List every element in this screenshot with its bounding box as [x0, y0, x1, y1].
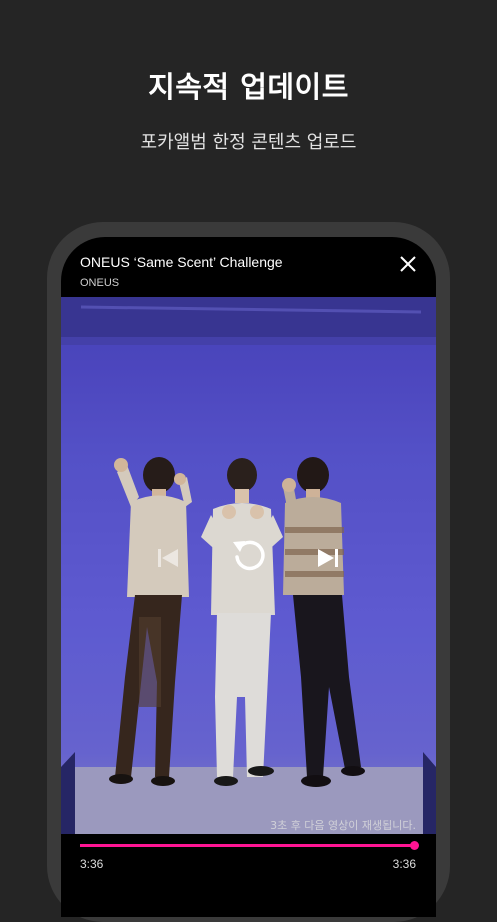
close-icon: [400, 256, 416, 272]
promo-subheadline: 포카앨범 한정 콘텐츠 업로드: [140, 132, 357, 153]
video-artist: ONEUS: [80, 277, 120, 289]
current-time: 3:36: [80, 857, 104, 871]
progress-thumb[interactable]: [410, 841, 419, 850]
progress-bar[interactable]: [80, 841, 419, 850]
skip-previous-icon: [158, 549, 178, 567]
next-video-button[interactable]: [315, 545, 341, 571]
promo-headline: 지속적 업데이트: [148, 70, 349, 104]
video-title: ONEUS ‘Same Scent’ Challenge: [80, 254, 283, 270]
video-player-screen: ONEUS ‘Same Scent’ Challenge ONEUS 3초 후 …: [61, 237, 436, 917]
total-time: 3:36: [392, 857, 416, 871]
skip-next-icon: [318, 549, 338, 567]
replay-button[interactable]: [228, 533, 270, 575]
close-button[interactable]: [397, 253, 419, 275]
previous-video-button[interactable]: [155, 545, 181, 571]
replay-icon: [233, 540, 265, 571]
video-frame[interactable]: 3초 후 다음 영상이 재생됩니다.: [61, 297, 436, 834]
autoplay-notice: 3초 후 다음 영상이 재생됩니다.: [270, 819, 416, 832]
progress-fill: [80, 844, 414, 847]
